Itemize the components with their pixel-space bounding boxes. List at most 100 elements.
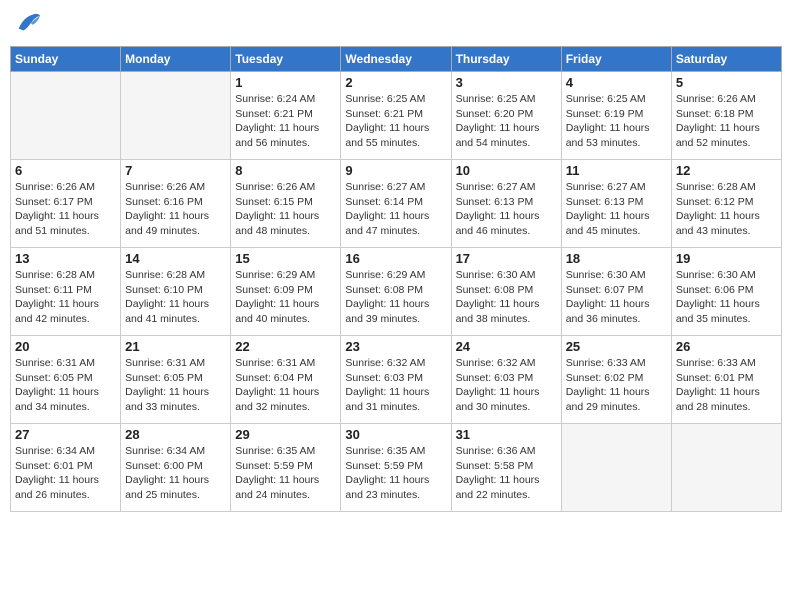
day-info: Sunrise: 6:32 AMSunset: 6:03 PMDaylight:… bbox=[345, 356, 446, 415]
day-number: 25 bbox=[566, 339, 667, 354]
day-number: 4 bbox=[566, 75, 667, 90]
calendar-cell: 30 Sunrise: 6:35 AMSunset: 5:59 PMDayligh… bbox=[341, 424, 451, 512]
calendar-header-wednesday: Wednesday bbox=[341, 47, 451, 72]
calendar-cell: 11 Sunrise: 6:27 AMSunset: 6:13 PMDayligh… bbox=[561, 160, 671, 248]
day-info: Sunrise: 6:31 AMSunset: 6:04 PMDaylight:… bbox=[235, 356, 336, 415]
day-info: Sunrise: 6:34 AMSunset: 6:00 PMDaylight:… bbox=[125, 444, 226, 503]
day-number: 17 bbox=[456, 251, 557, 266]
calendar-cell: 18 Sunrise: 6:30 AMSunset: 6:07 PMDayligh… bbox=[561, 248, 671, 336]
calendar-week-1: 1 Sunrise: 6:24 AMSunset: 6:21 PMDaylight… bbox=[11, 72, 782, 160]
day-info: Sunrise: 6:27 AMSunset: 6:14 PMDaylight:… bbox=[345, 180, 446, 239]
calendar-cell bbox=[561, 424, 671, 512]
day-number: 10 bbox=[456, 163, 557, 178]
day-number: 19 bbox=[676, 251, 777, 266]
day-number: 23 bbox=[345, 339, 446, 354]
calendar-week-3: 13 Sunrise: 6:28 AMSunset: 6:11 PMDayligh… bbox=[11, 248, 782, 336]
day-info: Sunrise: 6:32 AMSunset: 6:03 PMDaylight:… bbox=[456, 356, 557, 415]
day-info: Sunrise: 6:25 AMSunset: 6:21 PMDaylight:… bbox=[345, 92, 446, 151]
day-info: Sunrise: 6:33 AMSunset: 6:01 PMDaylight:… bbox=[676, 356, 777, 415]
calendar-cell: 5 Sunrise: 6:26 AMSunset: 6:18 PMDaylight… bbox=[671, 72, 781, 160]
calendar-cell: 24 Sunrise: 6:32 AMSunset: 6:03 PMDayligh… bbox=[451, 336, 561, 424]
day-info: Sunrise: 6:35 AMSunset: 5:59 PMDaylight:… bbox=[345, 444, 446, 503]
day-info: Sunrise: 6:24 AMSunset: 6:21 PMDaylight:… bbox=[235, 92, 336, 151]
calendar-cell: 19 Sunrise: 6:30 AMSunset: 6:06 PMDayligh… bbox=[671, 248, 781, 336]
day-info: Sunrise: 6:26 AMSunset: 6:16 PMDaylight:… bbox=[125, 180, 226, 239]
calendar-cell: 10 Sunrise: 6:27 AMSunset: 6:13 PMDayligh… bbox=[451, 160, 561, 248]
calendar-cell: 17 Sunrise: 6:30 AMSunset: 6:08 PMDayligh… bbox=[451, 248, 561, 336]
logo bbox=[10, 10, 42, 38]
day-number: 26 bbox=[676, 339, 777, 354]
day-info: Sunrise: 6:34 AMSunset: 6:01 PMDaylight:… bbox=[15, 444, 116, 503]
day-number: 7 bbox=[125, 163, 226, 178]
day-info: Sunrise: 6:29 AMSunset: 6:08 PMDaylight:… bbox=[345, 268, 446, 327]
day-number: 14 bbox=[125, 251, 226, 266]
day-number: 24 bbox=[456, 339, 557, 354]
calendar-cell: 15Sunrise: 6:29 AMSunset: 6:09 PMDayligh… bbox=[231, 248, 341, 336]
calendar-cell: 2 Sunrise: 6:25 AMSunset: 6:21 PMDaylight… bbox=[341, 72, 451, 160]
calendar-cell: 27Sunrise: 6:34 AMSunset: 6:01 PMDayligh… bbox=[11, 424, 121, 512]
day-info: Sunrise: 6:27 AMSunset: 6:13 PMDaylight:… bbox=[456, 180, 557, 239]
calendar-cell: 1 Sunrise: 6:24 AMSunset: 6:21 PMDaylight… bbox=[231, 72, 341, 160]
calendar-cell: 23 Sunrise: 6:32 AMSunset: 6:03 PMDayligh… bbox=[341, 336, 451, 424]
day-number: 29 bbox=[235, 427, 336, 442]
day-info: Sunrise: 6:33 AMSunset: 6:02 PMDaylight:… bbox=[566, 356, 667, 415]
calendar-cell: 26 Sunrise: 6:33 AMSunset: 6:01 PMDayligh… bbox=[671, 336, 781, 424]
day-number: 18 bbox=[566, 251, 667, 266]
calendar-week-4: 20 Sunrise: 6:31 AMSunset: 6:05 PMDayligh… bbox=[11, 336, 782, 424]
day-number: 16 bbox=[345, 251, 446, 266]
day-number: 22 bbox=[235, 339, 336, 354]
calendar-cell: 28 Sunrise: 6:34 AMSunset: 6:00 PMDayligh… bbox=[121, 424, 231, 512]
calendar-cell: 22 Sunrise: 6:31 AMSunset: 6:04 PMDayligh… bbox=[231, 336, 341, 424]
calendar-cell: 29Sunrise: 6:35 AMSunset: 5:59 PMDayligh… bbox=[231, 424, 341, 512]
calendar-cell: 9 Sunrise: 6:27 AMSunset: 6:14 PMDaylight… bbox=[341, 160, 451, 248]
calendar-cell: 31Sunrise: 6:36 AMSunset: 5:58 PMDayligh… bbox=[451, 424, 561, 512]
day-number: 9 bbox=[345, 163, 446, 178]
day-info: Sunrise: 6:26 AMSunset: 6:15 PMDaylight:… bbox=[235, 180, 336, 239]
calendar-cell: 21 Sunrise: 6:31 AMSunset: 6:05 PMDayligh… bbox=[121, 336, 231, 424]
calendar-cell: 7 Sunrise: 6:26 AMSunset: 6:16 PMDaylight… bbox=[121, 160, 231, 248]
day-info: Sunrise: 6:30 AMSunset: 6:06 PMDaylight:… bbox=[676, 268, 777, 327]
day-number: 1 bbox=[235, 75, 336, 90]
calendar-cell: 4 Sunrise: 6:25 AMSunset: 6:19 PMDaylight… bbox=[561, 72, 671, 160]
calendar-cell: 3 Sunrise: 6:25 AMSunset: 6:20 PMDaylight… bbox=[451, 72, 561, 160]
day-number: 12 bbox=[676, 163, 777, 178]
day-info: Sunrise: 6:26 AMSunset: 6:18 PMDaylight:… bbox=[676, 92, 777, 151]
day-info: Sunrise: 6:30 AMSunset: 6:08 PMDaylight:… bbox=[456, 268, 557, 327]
calendar-cell: 6Sunrise: 6:26 AMSunset: 6:17 PMDaylight… bbox=[11, 160, 121, 248]
day-info: Sunrise: 6:27 AMSunset: 6:13 PMDaylight:… bbox=[566, 180, 667, 239]
calendar-header-friday: Friday bbox=[561, 47, 671, 72]
calendar-week-5: 27Sunrise: 6:34 AMSunset: 6:01 PMDayligh… bbox=[11, 424, 782, 512]
calendar-cell: 20 Sunrise: 6:31 AMSunset: 6:05 PMDayligh… bbox=[11, 336, 121, 424]
day-info: Sunrise: 6:25 AMSunset: 6:20 PMDaylight:… bbox=[456, 92, 557, 151]
day-number: 20 bbox=[15, 339, 116, 354]
calendar-cell: 13 Sunrise: 6:28 AMSunset: 6:11 PMDayligh… bbox=[11, 248, 121, 336]
page-header bbox=[10, 10, 782, 38]
day-info: Sunrise: 6:28 AMSunset: 6:11 PMDaylight:… bbox=[15, 268, 116, 327]
day-number: 6 bbox=[15, 163, 116, 178]
calendar-cell: 12Sunrise: 6:28 AMSunset: 6:12 PMDayligh… bbox=[671, 160, 781, 248]
day-number: 30 bbox=[345, 427, 446, 442]
day-number: 31 bbox=[456, 427, 557, 442]
day-number: 5 bbox=[676, 75, 777, 90]
day-number: 28 bbox=[125, 427, 226, 442]
calendar-table: SundayMondayTuesdayWednesdayThursdayFrid… bbox=[10, 46, 782, 512]
calendar-cell: 8 Sunrise: 6:26 AMSunset: 6:15 PMDaylight… bbox=[231, 160, 341, 248]
calendar-cell: 25 Sunrise: 6:33 AMSunset: 6:02 PMDayligh… bbox=[561, 336, 671, 424]
day-info: Sunrise: 6:28 AMSunset: 6:10 PMDaylight:… bbox=[125, 268, 226, 327]
day-info: Sunrise: 6:25 AMSunset: 6:19 PMDaylight:… bbox=[566, 92, 667, 151]
day-number: 13 bbox=[15, 251, 116, 266]
calendar-header-thursday: Thursday bbox=[451, 47, 561, 72]
day-number: 11 bbox=[566, 163, 667, 178]
day-number: 3 bbox=[456, 75, 557, 90]
logo-bird-icon bbox=[14, 10, 42, 38]
day-number: 21 bbox=[125, 339, 226, 354]
calendar-cell: 16 Sunrise: 6:29 AMSunset: 6:08 PMDayligh… bbox=[341, 248, 451, 336]
day-number: 2 bbox=[345, 75, 446, 90]
day-info: Sunrise: 6:30 AMSunset: 6:07 PMDaylight:… bbox=[566, 268, 667, 327]
calendar-cell: 14 Sunrise: 6:28 AMSunset: 6:10 PMDayligh… bbox=[121, 248, 231, 336]
calendar-header-row: SundayMondayTuesdayWednesdayThursdayFrid… bbox=[11, 47, 782, 72]
calendar-header-monday: Monday bbox=[121, 47, 231, 72]
day-info: Sunrise: 6:31 AMSunset: 6:05 PMDaylight:… bbox=[15, 356, 116, 415]
day-number: 8 bbox=[235, 163, 336, 178]
day-info: Sunrise: 6:31 AMSunset: 6:05 PMDaylight:… bbox=[125, 356, 226, 415]
